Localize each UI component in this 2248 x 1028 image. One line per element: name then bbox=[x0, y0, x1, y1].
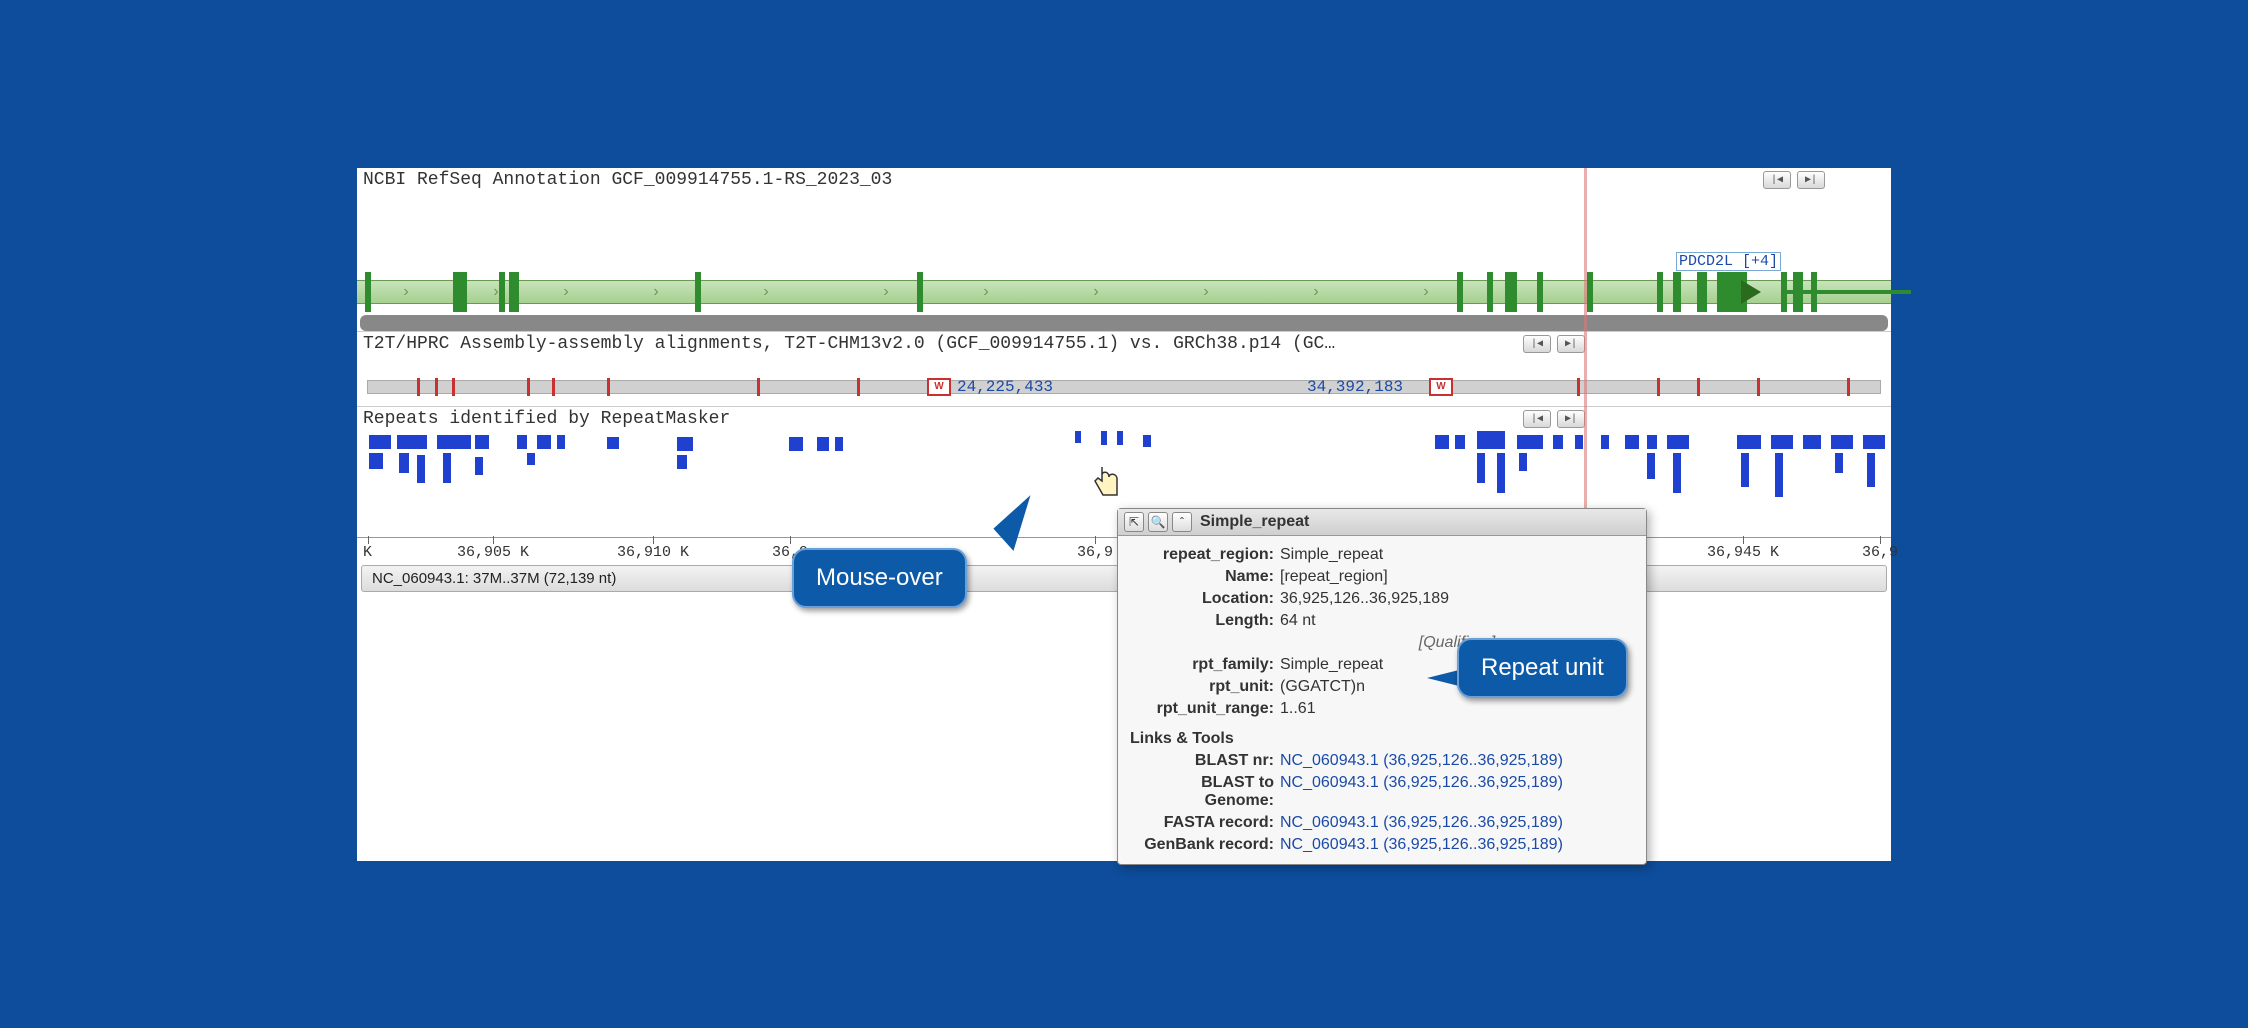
gene-model[interactable]: › › › › › › › › › › › bbox=[357, 192, 1891, 312]
links-section-title: Links & Tools bbox=[1130, 730, 1634, 748]
next-button[interactable]: ▶| bbox=[1797, 171, 1825, 189]
blast-nr-link[interactable]: NC_060943.1 (36,925,126..36,925,189) bbox=[1280, 752, 1563, 769]
skip-next-icon: ▶| bbox=[1565, 413, 1577, 425]
ruler-tick: 36,905 K bbox=[457, 544, 529, 561]
tooltip-row: repeat_region:Simple_repeat bbox=[1130, 544, 1634, 566]
tooltip-row: Location:36,925,126..36,925,189 bbox=[1130, 588, 1634, 610]
position-indicator bbox=[1584, 168, 1587, 563]
prev-button[interactable]: |◀ bbox=[1523, 335, 1551, 353]
genbank-link[interactable]: NC_060943.1 (36,925,126..36,925,189) bbox=[1280, 836, 1563, 853]
skip-prev-icon: |◀ bbox=[1531, 338, 1543, 350]
align-left-coord: 24,225,433 bbox=[957, 378, 1053, 396]
ruler-tick: 36,945 K bbox=[1707, 544, 1779, 561]
skip-prev-icon: |◀ bbox=[1531, 413, 1543, 425]
next-button[interactable]: ▶| bbox=[1557, 335, 1585, 353]
skip-next-icon: ▶| bbox=[1805, 174, 1817, 186]
tooltip-row: Name:[repeat_region] bbox=[1130, 566, 1634, 588]
cursor-icon bbox=[1092, 463, 1126, 509]
pin-icon[interactable]: ⇱ bbox=[1124, 512, 1144, 532]
gene-label[interactable]: PDCD2L [+4] bbox=[1676, 252, 1781, 271]
align-right-coord: 34,392,183 bbox=[1307, 378, 1403, 396]
ruler-tick: 36,9 bbox=[1862, 544, 1898, 561]
align-marker-icon[interactable]: W bbox=[927, 378, 951, 396]
genome-viewer: NCBI RefSeq Annotation GCF_009914755.1-R… bbox=[354, 165, 1894, 864]
prev-button[interactable]: |◀ bbox=[1523, 410, 1551, 428]
align-marker-icon[interactable]: W bbox=[1429, 378, 1453, 396]
tooltip-link-row: BLAST to Genome:NC_060943.1 (36,925,126.… bbox=[1130, 772, 1634, 812]
callout-repeat-unit: Repeat unit bbox=[1457, 638, 1628, 698]
tooltip-link-row: FASTA record:NC_060943.1 (36,925,126..36… bbox=[1130, 812, 1634, 834]
skip-prev-icon: |◀ bbox=[1771, 174, 1783, 186]
track-align-title: T2T/HPRC Assembly-assembly alignments, T… bbox=[363, 334, 1335, 354]
density-strip bbox=[360, 315, 1888, 331]
alignment-bar[interactable]: W 24,225,433 34,392,183 W bbox=[357, 356, 1891, 406]
ruler-tick: 36,9 bbox=[1077, 544, 1113, 561]
track-refseq-title: NCBI RefSeq Annotation GCF_009914755.1-R… bbox=[363, 170, 892, 190]
collapse-icon[interactable]: ˆ bbox=[1172, 512, 1192, 532]
blast-genome-link[interactable]: NC_060943.1 (36,925,126..36,925,189) bbox=[1280, 774, 1563, 791]
prev-button[interactable]: |◀ bbox=[1763, 171, 1791, 189]
tooltip-link-row: GenBank record:NC_060943.1 (36,925,126..… bbox=[1130, 834, 1634, 856]
ruler-label: K bbox=[363, 544, 372, 561]
callout-mouseover: Mouse-over bbox=[792, 548, 967, 608]
ruler-tick: 36,910 K bbox=[617, 544, 689, 561]
zoom-icon[interactable]: 🔍 bbox=[1148, 512, 1168, 532]
track-repeats-title: Repeats identified by RepeatMasker bbox=[363, 409, 730, 429]
skip-next-icon: ▶| bbox=[1565, 338, 1577, 350]
fasta-link[interactable]: NC_060943.1 (36,925,126..36,925,189) bbox=[1280, 814, 1563, 831]
tooltip-title: Simple_repeat bbox=[1200, 513, 1309, 531]
tooltip-row: Length:64 nt bbox=[1130, 610, 1634, 632]
track-alignments: T2T/HPRC Assembly-assembly alignments, T… bbox=[357, 332, 1891, 407]
tooltip-link-row: BLAST nr:NC_060943.1 (36,925,126..36,925… bbox=[1130, 750, 1634, 772]
tooltip-row: rpt_unit_range:1..61 bbox=[1130, 698, 1634, 720]
next-button[interactable]: ▶| bbox=[1557, 410, 1585, 428]
track-refseq: NCBI RefSeq Annotation GCF_009914755.1-R… bbox=[357, 168, 1891, 332]
